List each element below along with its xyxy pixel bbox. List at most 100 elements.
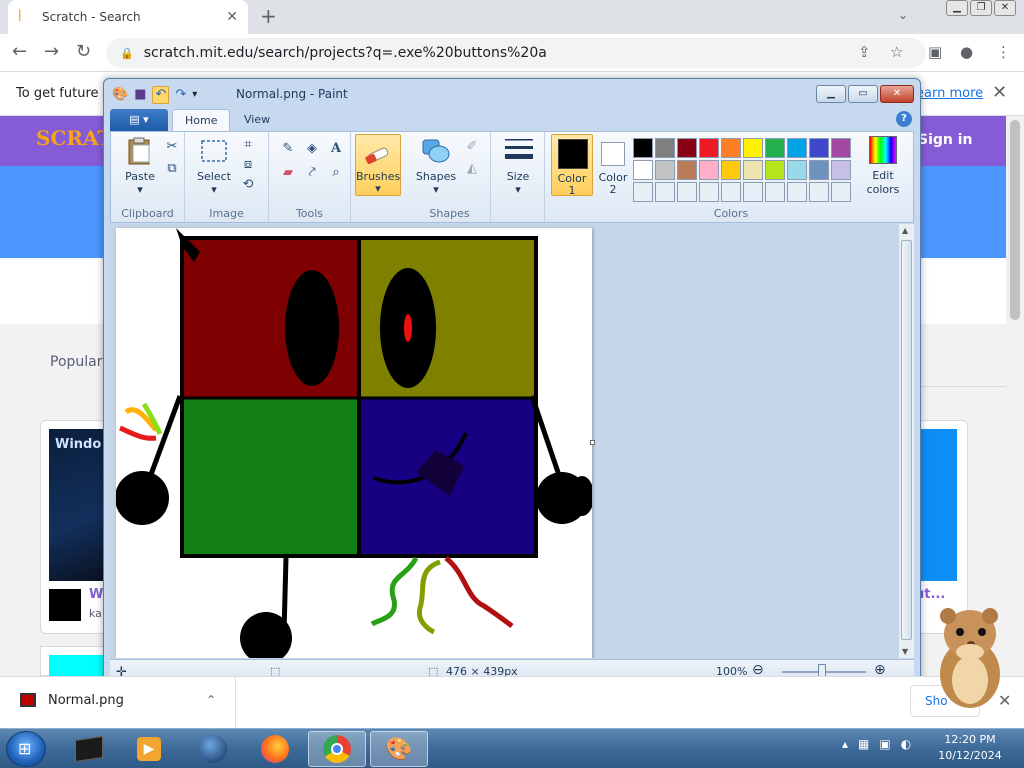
resize-icon[interactable]: ⧈ (239, 156, 257, 174)
color1-button[interactable]: Color 1 (551, 134, 593, 197)
palette-swatch[interactable] (655, 160, 675, 180)
palette-swatch[interactable] (633, 138, 653, 158)
tray-expand-icon[interactable]: ▴ (842, 737, 848, 751)
taskbar-app-globe[interactable] (184, 731, 242, 767)
back-icon[interactable]: ← (12, 42, 27, 62)
shape-fill-icon[interactable]: ◭ (463, 160, 481, 178)
download-item[interactable]: Normal.png ⌃ (0, 677, 236, 729)
project-author[interactable]: ka (89, 607, 102, 620)
palette-swatch[interactable] (677, 160, 697, 180)
project-thumbnail[interactable] (49, 655, 111, 677)
customize-qat-icon[interactable]: ▾ (192, 87, 197, 103)
palette-swatch[interactable] (699, 160, 719, 180)
side-panel-icon[interactable]: ▣ (928, 44, 942, 60)
project-card[interactable]: Windo W ka (40, 420, 111, 634)
crop-icon[interactable]: ⌗ (239, 136, 257, 154)
paint-file-menu-button[interactable]: ▤ ▾ (110, 109, 168, 131)
palette-swatch[interactable] (633, 182, 653, 202)
page-scrollbar[interactable] (1006, 116, 1024, 676)
tab-search-icon[interactable]: ⌄ (898, 8, 908, 22)
palette-swatch[interactable] (743, 160, 763, 180)
palette-swatch[interactable] (699, 182, 719, 202)
sign-in-link[interactable]: Sign in (918, 132, 973, 148)
copy-icon[interactable]: ⧉ (163, 160, 181, 178)
volume-icon[interactable]: ◐ (901, 737, 911, 751)
palette-swatch[interactable] (655, 138, 675, 158)
tray-app-icon[interactable]: ▦ (858, 737, 869, 751)
taskbar-app-paint[interactable]: 🎨 (370, 731, 428, 767)
paint-minimize-icon[interactable]: ▁ (816, 85, 846, 103)
palette-swatch[interactable] (677, 138, 697, 158)
sort-popular[interactable]: Popular (50, 354, 103, 370)
palette-swatch[interactable] (633, 160, 653, 180)
canvas-vertical-scrollbar[interactable]: ▲ ▼ (898, 224, 914, 658)
taskbar-clock[interactable]: 12:20 PM 10/12/2024 (928, 732, 1012, 764)
drawing-canvas[interactable] (115, 228, 594, 658)
project-card[interactable] (40, 646, 111, 677)
cut-icon[interactable]: ✂ (163, 138, 181, 156)
taskbar-app-chrome[interactable] (308, 731, 366, 767)
palette-swatch[interactable] (721, 160, 741, 180)
author-avatar[interactable] (49, 589, 81, 621)
select-button[interactable]: Select ▾ (191, 136, 237, 196)
brushes-button[interactable]: Brushes ▾ (355, 134, 401, 196)
paste-button[interactable]: Paste ▾ (117, 136, 163, 196)
palette-swatch[interactable] (831, 182, 851, 202)
taskbar-app-media-player[interactable]: ▶ (120, 731, 178, 767)
save-icon[interactable]: ■ (134, 87, 146, 103)
lock-icon[interactable]: 🔒 (120, 47, 134, 60)
eraser-icon[interactable]: ▰ (279, 164, 297, 182)
redo-icon[interactable]: ↷ (175, 87, 186, 103)
palette-swatch[interactable] (809, 138, 829, 158)
palette-swatch[interactable] (765, 138, 785, 158)
palette-swatch[interactable] (743, 182, 763, 202)
palette-swatch[interactable] (831, 138, 851, 158)
outline-icon[interactable]: ✐ (463, 138, 481, 156)
address-bar[interactable]: 🔒 scratch.mit.edu/search/projects?q=.exe… (106, 38, 926, 68)
bookmark-star-icon[interactable]: ☆ (890, 44, 903, 60)
palette-swatch[interactable] (655, 182, 675, 202)
palette-swatch[interactable] (721, 182, 741, 202)
paint-app-icon[interactable]: 🎨 (112, 87, 128, 103)
palette-swatch[interactable] (765, 160, 785, 180)
minimize-icon[interactable]: ▁ (946, 0, 968, 16)
paint-maximize-icon[interactable]: ▭ (848, 85, 878, 103)
forward-icon[interactable]: → (44, 42, 59, 62)
paint-close-icon[interactable]: ✕ (880, 85, 914, 103)
pencil-icon[interactable]: ✎ (279, 140, 297, 158)
tab-view[interactable]: View (232, 109, 282, 131)
learn-more-link[interactable]: earn more (916, 86, 983, 101)
close-window-icon[interactable]: ✕ (994, 0, 1016, 16)
help-icon[interactable]: ? (896, 111, 912, 127)
palette-swatch[interactable] (787, 160, 807, 180)
color2-button[interactable]: Color 2 (595, 134, 631, 196)
palette-swatch[interactable] (831, 160, 851, 180)
page-scrollbar-thumb[interactable] (1010, 120, 1020, 320)
menu-kebab-icon[interactable]: ⋮ (996, 44, 1011, 60)
project-title[interactable]: W (89, 587, 103, 602)
tab-home[interactable]: Home (172, 109, 231, 131)
fill-icon[interactable]: ◈ (303, 140, 321, 158)
taskbar-app-firefox[interactable] (246, 731, 304, 767)
share-icon[interactable]: ⇪ (858, 44, 871, 60)
magnifier-icon[interactable]: ⌕ (327, 164, 345, 182)
taskbar-app-terminal[interactable] (60, 731, 118, 767)
canvas-resize-handle[interactable] (590, 440, 595, 445)
palette-swatch[interactable] (787, 182, 807, 202)
tab-scratch-search[interactable]: ꟾ Scratch - Search ✕ (8, 0, 248, 34)
edit-colors-button[interactable]: Edit colors (861, 134, 905, 196)
palette-swatch[interactable] (699, 138, 719, 158)
palette-swatch[interactable] (743, 138, 763, 158)
reload-icon[interactable]: ↻ (76, 42, 91, 62)
new-tab-button[interactable]: + (260, 6, 277, 26)
palette-swatch[interactable] (787, 138, 807, 158)
paint-titlebar[interactable]: 🎨 ■ ↶ ↷ ▾ Normal.png - Paint ▁ ▭ ✕ (104, 79, 920, 109)
info-bar-close-icon[interactable]: ✕ (992, 82, 1007, 103)
palette-swatch[interactable] (809, 160, 829, 180)
tab-close-icon[interactable]: ✕ (226, 9, 238, 25)
size-button[interactable]: Size ▾ (497, 136, 539, 196)
shapes-button[interactable]: Shapes ▾ (413, 136, 459, 196)
palette-swatch[interactable] (809, 182, 829, 202)
project-thumbnail[interactable] (921, 429, 957, 581)
download-options-icon[interactable]: ⌃ (206, 693, 216, 707)
